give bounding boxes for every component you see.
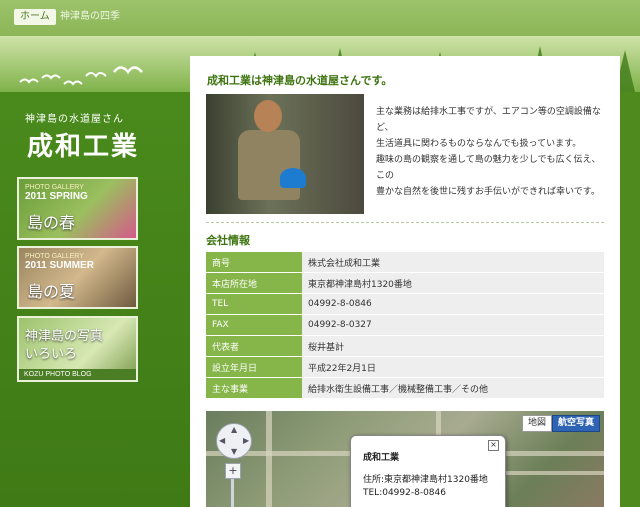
row-label: 本店所在地 xyxy=(206,273,302,293)
site-tagline: 神津島の水道屋さん xyxy=(25,114,124,125)
company-info-title: 会社情報 xyxy=(206,234,250,247)
site-brand[interactable]: 成和工業 xyxy=(27,126,139,163)
row-label: 代表者 xyxy=(206,336,302,356)
row-label: TEL xyxy=(206,294,302,314)
intro-text: 主な業務は給排水工事ですが、エアコン等の空調設備など、 生活道具に関わるものなら… xyxy=(376,104,606,200)
top-nav: ホーム 神津島の四季 xyxy=(0,0,640,36)
map-info-balloon: × 成和工業 住所:東京都神津島村1320番地 TEL:04992-8-0846 xyxy=(350,435,506,507)
intro-title: 成和工業は神津島の水道屋さんです。 xyxy=(207,74,393,87)
row-value: 株式会社成和工業 xyxy=(302,252,604,272)
map-zoom-in-button[interactable]: + xyxy=(225,463,241,479)
balloon-title: 成和工業 xyxy=(363,453,400,463)
banner-title: 島の夏 xyxy=(27,282,76,301)
map-pan-control[interactable]: ▲ ▼ ◀ ▶ xyxy=(216,423,252,459)
banner-title: 神津島の写真いろいろ xyxy=(25,329,104,362)
banner-photo-blog[interactable]: 神津島の写真いろいろ KOZU PHOTO BLOG xyxy=(17,316,138,382)
intro-line: 趣味の島の観察を通して島の魅力を少しでも広く伝え、この xyxy=(376,155,601,181)
banner-year: 2011 SUMMER xyxy=(25,260,94,271)
banner-gallery-label: PHOTO GALLERY xyxy=(25,253,84,260)
map-type-aerial-tab[interactable]: 航空写真 xyxy=(551,415,600,432)
company-info-table: 商号 株式会社成和工業 本店所在地 東京都神津島村1320番地 TEL 0499… xyxy=(206,251,604,399)
embedded-map[interactable]: ▲ ▼ ◀ ▶ + 地図 航空写真 × 成和工業 住所:東京都神津島村1320番… xyxy=(206,411,604,507)
row-label: 設立年月日 xyxy=(206,357,302,377)
row-value: 給排水衛生設備工事／機械整備工事／その他 xyxy=(302,378,604,398)
nav-home-link[interactable]: ホーム xyxy=(14,9,56,25)
intro-line: 豊かな自然を後世に残すお手伝いができれば幸いです。 xyxy=(376,187,600,197)
main-content: 成和工業は神津島の水道屋さんです。 主な業務は給排水工事ですが、エアコン等の空調… xyxy=(190,56,620,507)
row-label: 主な事業 xyxy=(206,378,302,398)
close-icon[interactable]: × xyxy=(488,440,499,451)
table-row: 設立年月日 平成22年2月1日 xyxy=(206,357,604,377)
table-row: TEL 04992-8-0846 xyxy=(206,294,604,314)
banner-spring[interactable]: PHOTO GALLERY 2011 SPRING 島の春 xyxy=(17,177,138,240)
banner-blog-label: KOZU PHOTO BLOG xyxy=(19,369,136,380)
table-row: 商号 株式会社成和工業 xyxy=(206,252,604,272)
birds-logo-icon xyxy=(19,66,143,86)
row-label: 商号 xyxy=(206,252,302,272)
banner-gallery-label: PHOTO GALLERY xyxy=(25,184,84,191)
row-value: 桜井基計 xyxy=(302,336,604,356)
row-value: 04992-8-0327 xyxy=(302,315,604,335)
table-row: 主な事業 給排水衛生設備工事／機械整備工事／その他 xyxy=(206,378,604,398)
map-type-map-tab[interactable]: 地図 xyxy=(521,415,552,432)
banner-summer[interactable]: PHOTO GALLERY 2011 SUMMER 島の夏 xyxy=(17,246,138,309)
table-row: 本店所在地 東京都神津島村1320番地 xyxy=(206,273,604,293)
nav-season-link[interactable]: 神津島の四季 xyxy=(60,9,120,25)
row-value: 平成22年2月1日 xyxy=(302,357,604,377)
helmet-icon xyxy=(280,168,306,188)
banner-year: 2011 SPRING xyxy=(25,191,88,202)
divider xyxy=(206,222,604,223)
banner-title: 島の春 xyxy=(27,213,76,232)
map-zoom-slider[interactable] xyxy=(231,479,234,507)
row-label: FAX xyxy=(206,315,302,335)
table-row: 代表者 桜井基計 xyxy=(206,336,604,356)
balloon-tel: TEL:04992-8-0846 xyxy=(363,488,446,498)
intro-line: 生活道具に関わるものならなんでも扱っています。 xyxy=(376,139,582,149)
row-value: 東京都神津島村1320番地 xyxy=(302,273,604,293)
intro-line: 主な業務は給排水工事ですが、エアコン等の空調設備など、 xyxy=(376,107,601,133)
row-value: 04992-8-0846 xyxy=(302,294,604,314)
balloon-address: 住所:東京都神津島村1320番地 xyxy=(363,475,488,485)
table-row: FAX 04992-8-0327 xyxy=(206,315,604,335)
owner-photo xyxy=(206,94,364,214)
